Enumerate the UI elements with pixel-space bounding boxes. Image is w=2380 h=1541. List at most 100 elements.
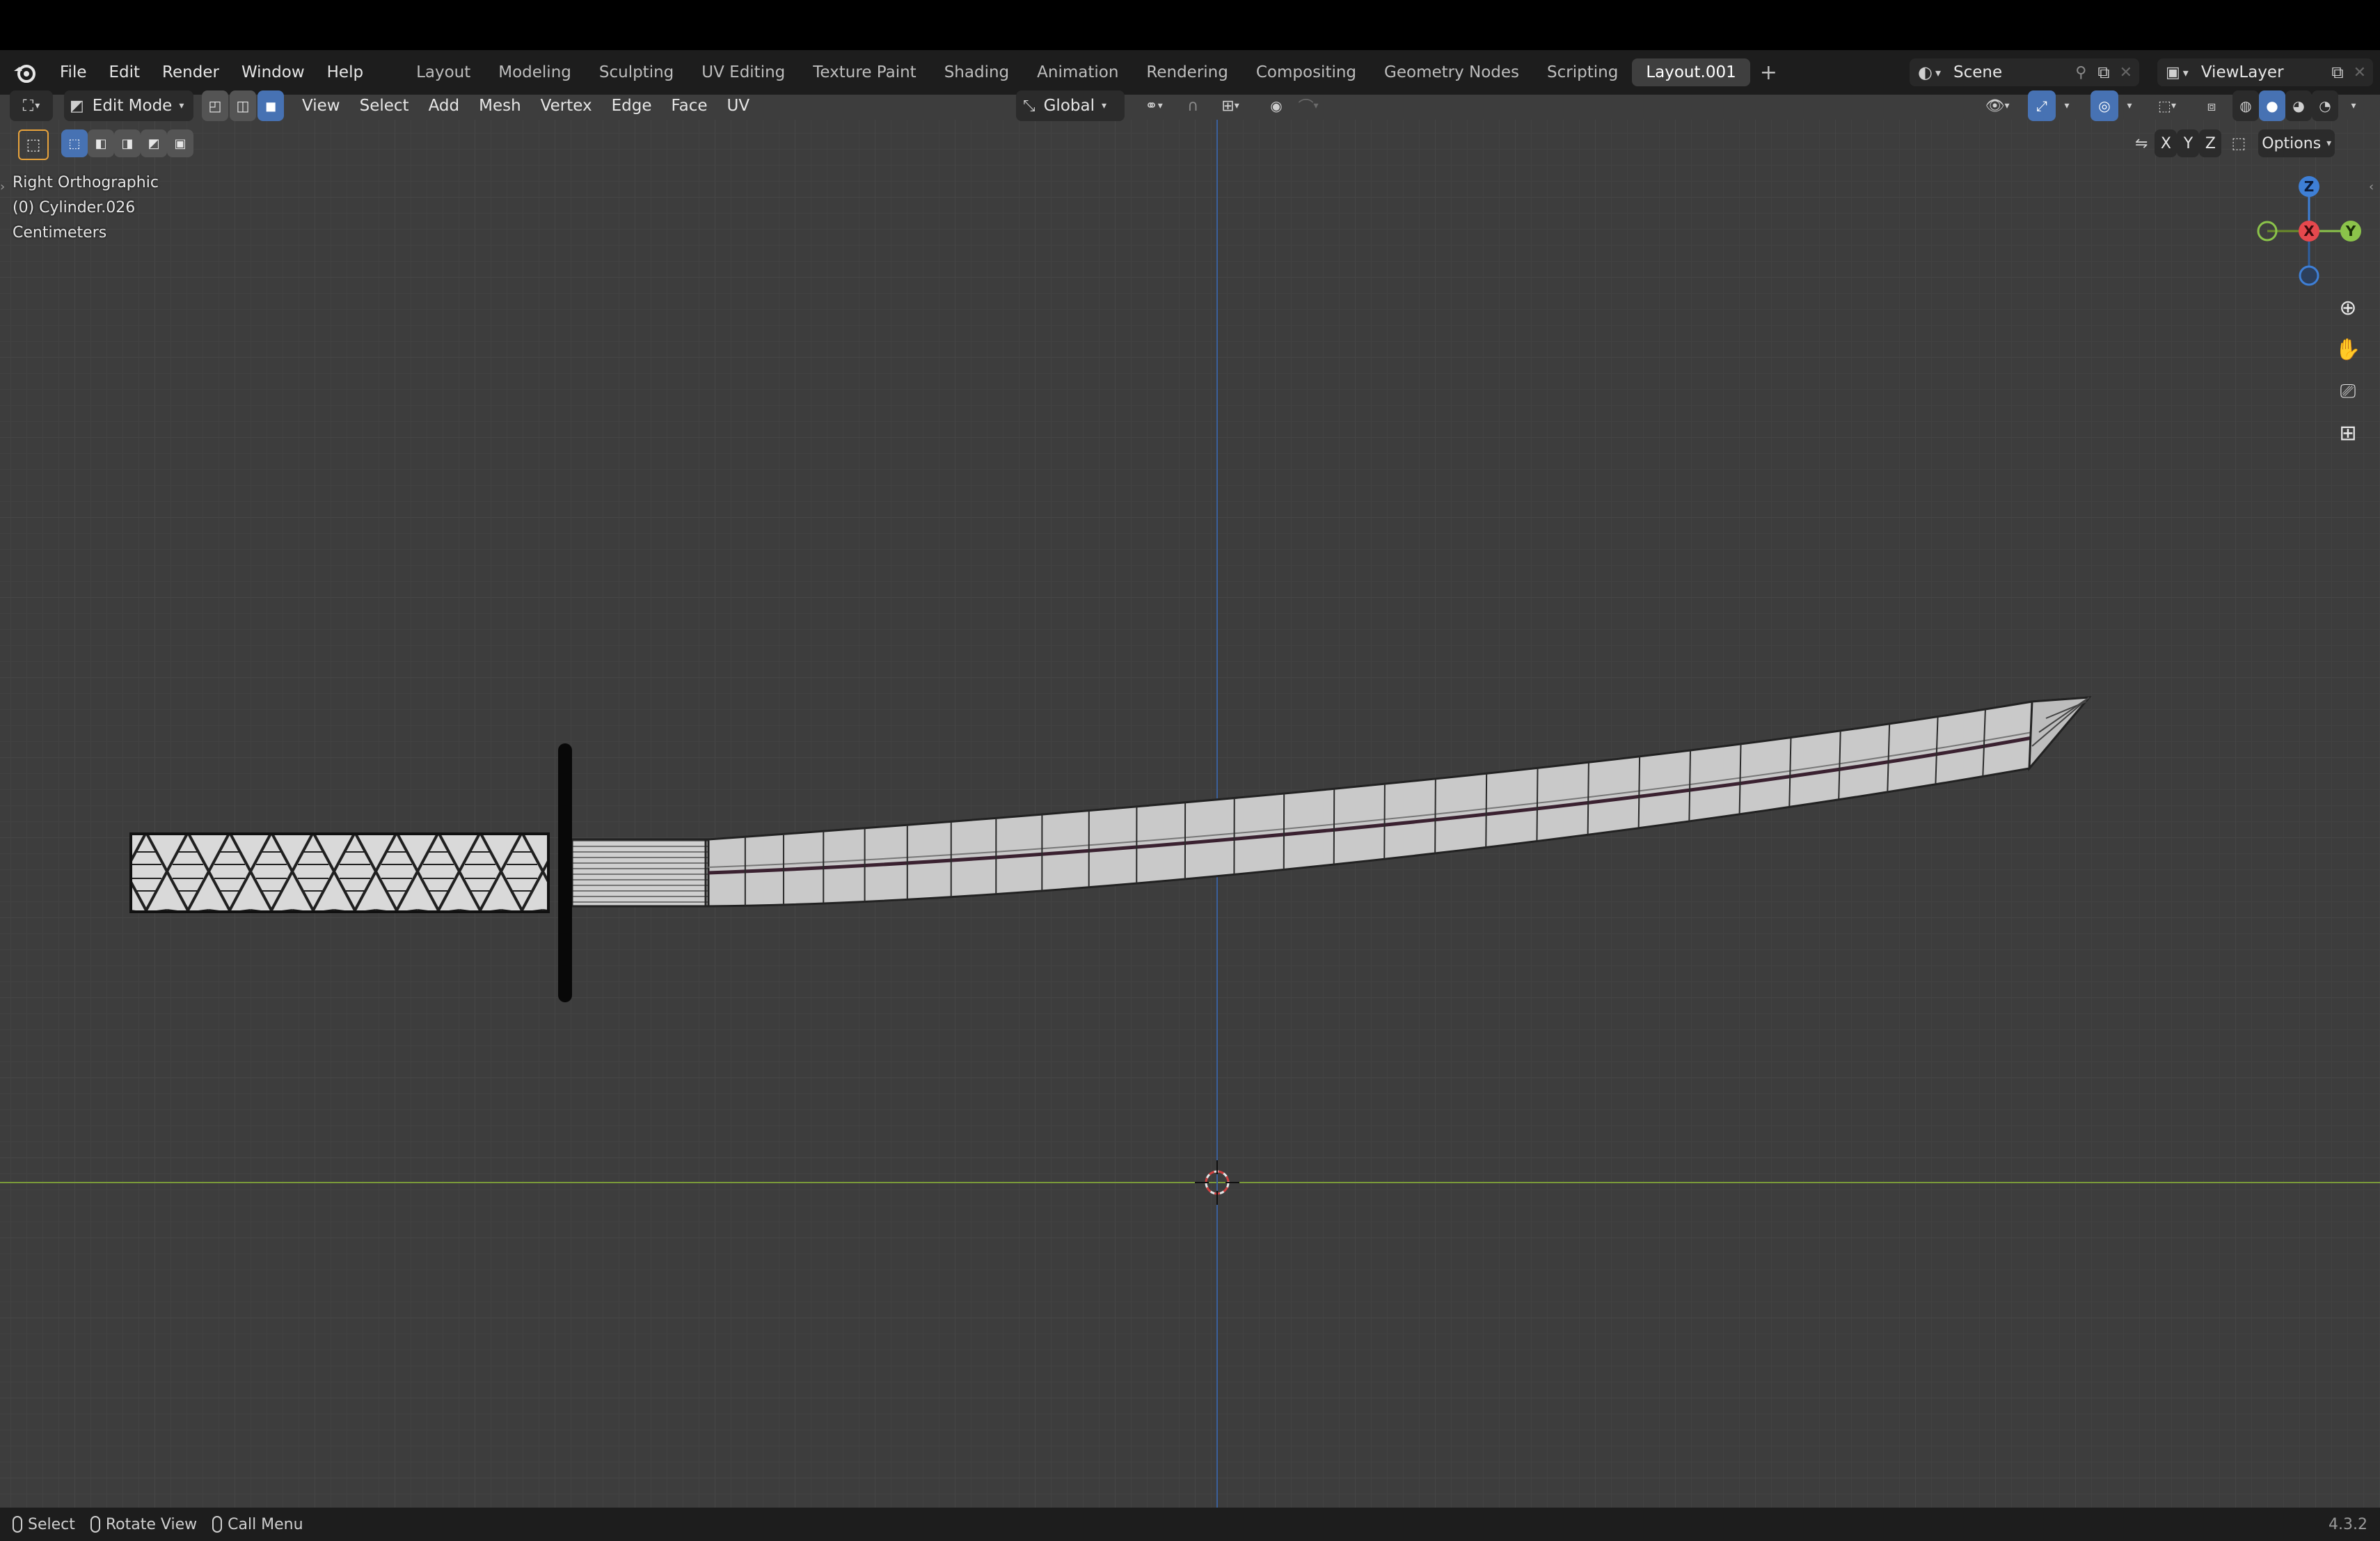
rendered-sphere-icon: ◔ <box>2319 97 2331 114</box>
pivot-point-dropdown[interactable]: ⚭ ▾ <box>1134 90 1173 121</box>
gizmo-icon: ⤢ <box>2036 97 2047 114</box>
scene-name-field[interactable]: Scene <box>1953 63 2075 81</box>
material-shading-button[interactable]: ◕ <box>2285 90 2312 121</box>
transform-orientation-dropdown[interactable]: ⤡ Global ▾ <box>1016 90 1125 121</box>
sword-handle <box>129 832 550 913</box>
camera-view-button[interactable]: ⎚ <box>2329 372 2367 411</box>
tab-animation[interactable]: Animation <box>1023 58 1132 86</box>
menu-select[interactable]: Select <box>350 90 419 121</box>
chevron-down-icon: ▾ <box>179 100 184 111</box>
chevron-down-icon: ▾ <box>1313 100 1319 111</box>
tab-layout[interactable]: Layout <box>402 58 484 86</box>
menu-face[interactable]: Face <box>661 90 717 121</box>
edge-select-mode-button[interactable]: ◫ <box>230 90 256 121</box>
overlays-toggle[interactable]: ◎ <box>2091 90 2118 121</box>
blade-edge-loop <box>1434 778 1436 854</box>
tab-scripting[interactable]: Scripting <box>1533 58 1632 86</box>
chevron-down-icon: ▾ <box>35 100 40 111</box>
menu-add[interactable]: Add <box>419 90 470 121</box>
menu-file[interactable]: File <box>49 50 98 95</box>
tab-compositing[interactable]: Compositing <box>1242 58 1370 86</box>
vertex-select-mode-button[interactable]: ◰ <box>202 90 228 121</box>
navigation-gizmo[interactable]: Z Y X <box>2248 170 2366 288</box>
view-layer-name-field[interactable]: ViewLayer <box>2201 63 2332 81</box>
proportional-editing-icon: ◉ <box>1270 97 1283 114</box>
blade-edge-loop <box>1333 789 1335 865</box>
sword-blade <box>707 696 2092 908</box>
sword-habaki <box>571 838 710 908</box>
menu-uv[interactable]: UV <box>717 90 760 121</box>
menu-window[interactable]: Window <box>230 50 316 95</box>
shading-dropdown[interactable]: ▾ <box>2344 90 2363 121</box>
overlays-icon: ◎ <box>2098 97 2111 114</box>
tab-rendering[interactable]: Rendering <box>1132 58 1241 86</box>
pan-button[interactable]: ✋ <box>2329 330 2367 369</box>
top-bar: File Edit Render Window Help Layout Mode… <box>0 50 2380 95</box>
new-scene-icon[interactable]: ⧉ <box>2097 63 2109 82</box>
chevron-down-icon: ▾ <box>1234 100 1239 111</box>
snap-target-dropdown[interactable]: ⊞ ▾ <box>1208 90 1253 121</box>
eye-icon: 👁 <box>1985 97 2005 115</box>
sword-mesh <box>129 696 2092 1002</box>
menu-edge[interactable]: Edge <box>602 90 662 121</box>
pin-icon[interactable]: ⚲ <box>2075 64 2086 81</box>
perspective-toggle-button[interactable]: ⊞ <box>2329 413 2367 452</box>
mesh-edit-overlays-dropdown[interactable]: ⬚ ▾ <box>2148 90 2187 121</box>
zoom-magnifier-icon: ⊕ <box>2339 295 2357 320</box>
mode-selector[interactable]: ◩ Edit Mode ▾ <box>64 90 193 121</box>
svg-text:Z: Z <box>2304 178 2315 195</box>
visibility-dropdown[interactable]: 👁 ▾ <box>1976 90 2018 121</box>
view-layer-icon: ▣ <box>2166 63 2180 81</box>
view-layer-selector[interactable]: ▣ ▾ ViewLayer ⧉ ✕ <box>2157 58 2373 86</box>
vertex-select-icon: ◰ <box>208 97 222 114</box>
menu-help[interactable]: Help <box>316 50 374 95</box>
gizmo-toggle[interactable]: ⤢ <box>2028 90 2056 121</box>
window-title-strip <box>0 0 2380 50</box>
menu-view[interactable]: View <box>292 90 350 121</box>
delete-view-layer-icon[interactable]: ✕ <box>2354 64 2366 81</box>
xray-toggle[interactable]: ⧈ <box>2199 90 2224 121</box>
overlays-dropdown[interactable]: ▾ <box>2120 90 2139 121</box>
menu-render[interactable]: Render <box>151 50 230 95</box>
wireframe-shading-button[interactable]: ◍ <box>2232 90 2259 121</box>
scene-selector[interactable]: ◐ ▾ Scene ⚲ ⧉ ✕ <box>1910 58 2139 86</box>
zoom-button[interactable]: ⊕ <box>2329 288 2367 327</box>
falloff-dropdown[interactable]: ⌒ ▾ <box>1289 90 1328 121</box>
snap-increment-icon: ⊞ <box>1221 97 1235 115</box>
status-select-label: Select <box>28 1515 75 1533</box>
solid-shading-button[interactable]: ● <box>2259 90 2285 121</box>
add-workspace-icon[interactable]: + <box>1760 61 1777 85</box>
select-mode-group: ◰ ◫ ◼ <box>202 90 284 121</box>
delete-scene-icon[interactable]: ✕ <box>2120 64 2132 81</box>
tab-geometry-nodes[interactable]: Geometry Nodes <box>1370 58 1533 86</box>
status-rotate: Rotate View <box>90 1516 197 1533</box>
edge-select-icon: ◫ <box>236 97 250 114</box>
solid-sphere-icon: ● <box>2266 97 2278 114</box>
tab-modeling[interactable]: Modeling <box>484 58 585 86</box>
menu-vertex[interactable]: Vertex <box>531 90 602 121</box>
status-rotate-label: Rotate View <box>105 1515 198 1533</box>
snap-toggle[interactable]: ∩ <box>1179 90 1207 121</box>
menu-edit[interactable]: Edit <box>98 50 152 95</box>
tab-shading[interactable]: Shading <box>930 58 1023 86</box>
wireframe-sphere-icon: ◍ <box>2239 97 2252 114</box>
gizmo-dropdown[interactable]: ▾ <box>2057 90 2077 121</box>
face-select-mode-button[interactable]: ◼ <box>257 90 284 121</box>
tab-layout-001[interactable]: Layout.001 <box>1632 58 1750 86</box>
sword-guard <box>558 743 572 1002</box>
tab-texture-paint[interactable]: Texture Paint <box>799 58 930 86</box>
chevron-down-icon: ▾ <box>2064 100 2070 111</box>
svg-text:X: X <box>2303 223 2315 239</box>
chevron-down-icon: ▾ <box>2182 65 2189 79</box>
rendered-shading-button[interactable]: ◔ <box>2312 90 2338 121</box>
tab-sculpting[interactable]: Sculpting <box>585 58 688 86</box>
editor-type-icon: ⛶ <box>22 97 34 115</box>
editor-type-button[interactable]: ⛶ ▾ <box>10 90 53 121</box>
proportional-editing-toggle[interactable]: ◉ <box>1264 90 1289 121</box>
status-call-menu-label: Call Menu <box>228 1515 303 1533</box>
blender-logo-icon[interactable] <box>13 60 38 85</box>
grid-icon: ⊞ <box>2339 420 2357 445</box>
menu-mesh[interactable]: Mesh <box>469 90 531 121</box>
tab-uv-editing[interactable]: UV Editing <box>688 58 799 86</box>
new-view-layer-icon[interactable]: ⧉ <box>2331 63 2343 82</box>
